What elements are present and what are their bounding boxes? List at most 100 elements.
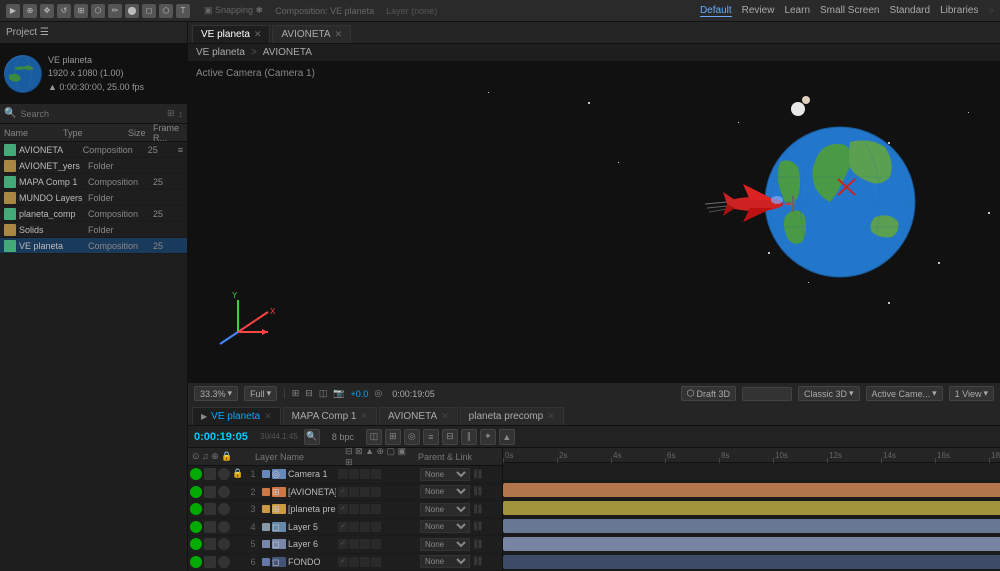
audio-toggle[interactable] [204,486,216,498]
lock-toggle[interactable] [232,521,244,533]
tl-tab-avioneta[interactable]: AVIONETA ✕ [379,407,458,425]
visibility-toggle[interactable] [190,556,202,568]
timeline-track[interactable] [503,517,1000,535]
switch[interactable]: ✓ [338,557,348,567]
toolbar-icon[interactable]: ⊕ [23,4,37,18]
comp-tab-ve-planeta[interactable]: VE planeta ✕ [192,25,270,43]
toolbar-icon[interactable]: T [176,4,190,18]
switch[interactable]: ✓ [338,539,348,549]
visibility-toggle[interactable] [190,503,202,515]
switch[interactable] [371,504,381,514]
tl-tab-planeta-precomp[interactable]: planeta precomp ✕ [460,407,564,425]
layer-bar[interactable] [503,519,1000,533]
switch[interactable] [371,557,381,567]
layer-bar[interactable] [503,537,1000,551]
comp-tab-avioneta[interactable]: AVIONETA ✕ [272,25,351,43]
quality-control[interactable]: Full ▾ [244,386,277,401]
filter-icon[interactable]: ↕ [179,109,184,119]
project-item[interactable]: Solids Folder [0,222,187,238]
close-icon[interactable]: ✕ [360,411,368,422]
toolbar-icon[interactable]: ↺ [57,4,71,18]
timeline-tracks[interactable]: 0s 2s 4s 6s 8s 10s 12s 14s 16s 18s 20s 2… [503,448,1000,571]
current-time[interactable]: 0:00:19:05 [194,431,254,443]
toolbar-icon[interactable]: ✏ [108,4,122,18]
switch[interactable] [360,487,370,497]
camera-view-control[interactable]: Active Came... ▾ [866,386,943,401]
project-search-input[interactable] [20,109,100,119]
parent-link[interactable]: None ⛓ [420,520,500,533]
draft3d-control[interactable]: ⬡ Draft 3D [681,386,736,401]
timeline-track[interactable] [503,463,1000,481]
tl-btn[interactable]: ⊞ [385,429,401,445]
audio-toggle[interactable] [204,521,216,533]
draft3d-slider[interactable] [742,387,792,401]
switch[interactable] [349,469,359,479]
zoom-control[interactable]: 33.3% ▾ [194,386,238,401]
parent-select[interactable]: None [420,520,470,533]
layer-row[interactable]: 5 ◻ Layer 6 ✓ None [188,536,502,554]
project-item[interactable]: MUNDO Layers Folder [0,190,187,206]
timeline-track[interactable] [503,499,1000,517]
camera-icon[interactable]: 📷 [333,388,344,399]
toolbar-icon[interactable]: ✥ [40,4,54,18]
layer-bar[interactable] [503,501,1000,515]
parent-select[interactable]: None [420,485,470,498]
toolbar-icon[interactable]: ▶ [6,4,20,18]
solo-toggle[interactable] [218,503,230,515]
audio-toggle[interactable] [204,556,216,568]
project-item[interactable]: AVIONETA Composition 25 ≡ [0,142,187,158]
switch[interactable] [371,469,381,479]
workspace-tab-review[interactable]: Review [742,5,775,16]
switch[interactable] [360,539,370,549]
switch[interactable] [349,487,359,497]
toolbar-icon[interactable]: ⬤ [125,4,139,18]
switch[interactable] [349,557,359,567]
timeline-track[interactable] [503,553,1000,571]
workspace-tab-learn[interactable]: Learn [784,5,810,16]
parent-link[interactable]: None ⛓ [420,503,500,516]
close-icon[interactable]: ✕ [547,411,555,422]
parent-select[interactable]: None [420,468,470,481]
tl-tab-ve-planeta[interactable]: ▶ VE planeta ✕ [192,407,281,425]
workspace-tab-libraries[interactable]: Libraries [940,5,978,16]
breadcrumb-sub[interactable]: AVIONETA [263,47,312,58]
toolbar-icon[interactable]: ⊞ [74,4,88,18]
close-icon[interactable]: ✕ [441,411,449,422]
layer-row[interactable]: 2 ⊞ [AVIONETA] ✓ None [188,484,502,502]
close-icon[interactable]: ✕ [264,411,272,422]
mask-icon[interactable]: ◫ [319,388,328,399]
lock-toggle[interactable]: 🔒 [232,468,244,480]
solo-toggle[interactable] [218,521,230,533]
parent-link[interactable]: None ⛓ [420,555,500,568]
toolbar-icon[interactable]: ⬠ [159,4,173,18]
project-item[interactable]: MAPA Comp 1 Composition 25 [0,174,187,190]
visibility-toggle[interactable] [190,468,202,480]
close-icon[interactable]: ✕ [335,29,343,40]
audio-toggle[interactable] [204,468,216,480]
visibility-toggle[interactable] [190,521,202,533]
layer-row[interactable]: 4 ◻ Layer 5 ✓ None [188,519,502,537]
layer-row[interactable]: 3 ⊞ [planeta precomp] ✓ None [188,501,502,519]
sort-icon[interactable]: ⊞ [167,108,175,119]
switch[interactable]: ✓ [338,504,348,514]
renderer-control[interactable]: Classic 3D ▾ [798,386,860,401]
toolbar-icon[interactable]: ◻ [142,4,156,18]
solo-toggle[interactable] [218,556,230,568]
switch[interactable] [360,557,370,567]
tl-btn[interactable]: ◫ [366,429,382,445]
switch[interactable] [349,522,359,532]
parent-select[interactable]: None [420,538,470,551]
switch[interactable] [371,487,381,497]
parent-select[interactable]: None [420,555,470,568]
switch[interactable] [349,504,359,514]
timeline-track[interactable] [503,535,1000,553]
timeline-track[interactable] [503,481,1000,499]
lock-toggle[interactable] [232,556,244,568]
workspace-tab-standard[interactable]: Standard [889,5,930,16]
switch[interactable] [349,539,359,549]
layer-bar[interactable] [503,483,1000,497]
timeline-ruler[interactable]: 0s 2s 4s 6s 8s 10s 12s 14s 16s 18s 20s 2… [503,448,1000,463]
project-item-selected[interactable]: VE planeta Composition 25 [0,238,187,254]
parent-select[interactable]: None [420,503,470,516]
toolbar-icon[interactable]: ⬡ [91,4,105,18]
